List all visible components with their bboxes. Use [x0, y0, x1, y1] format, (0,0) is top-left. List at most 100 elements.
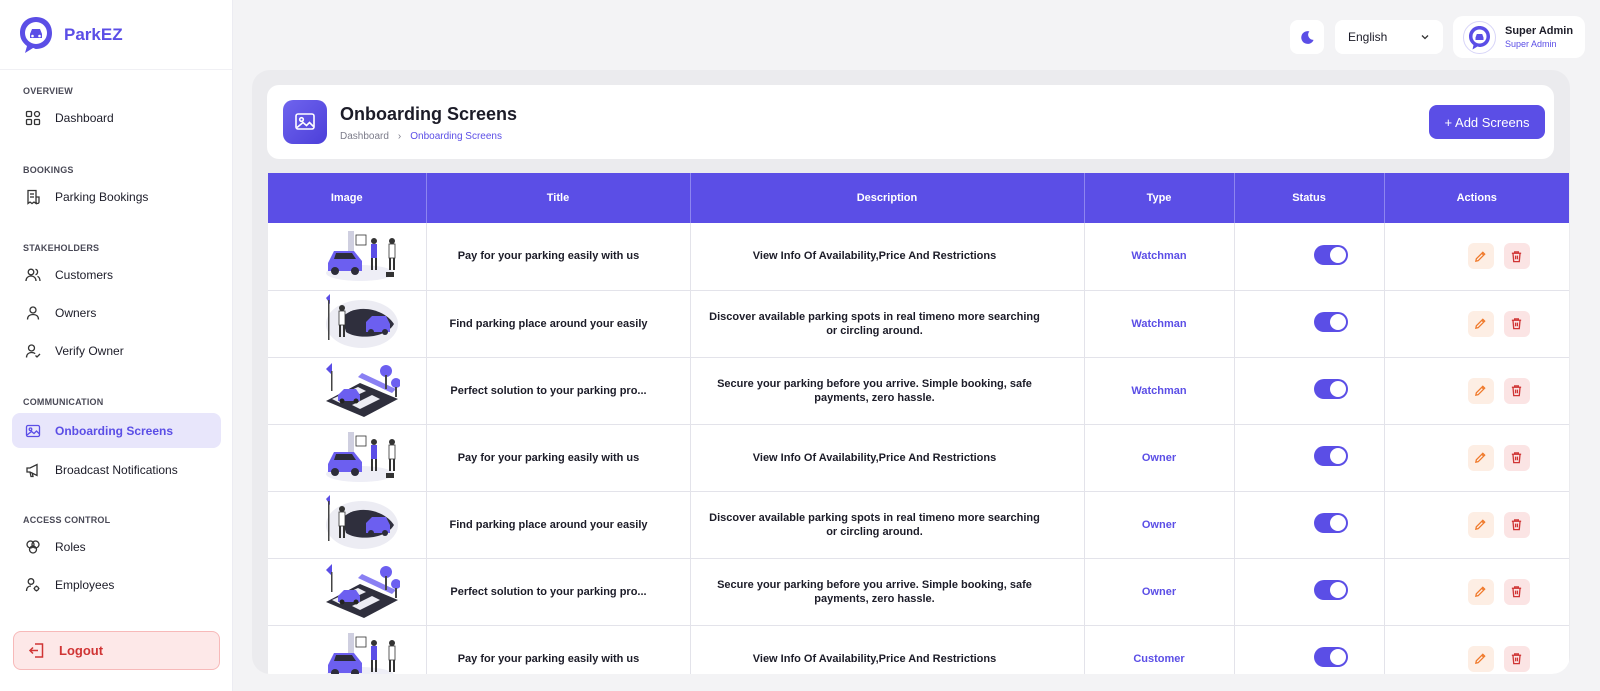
actions-cell: [1384, 625, 1569, 674]
sidebar-item-label: Dashboard: [55, 111, 114, 125]
row-type: Watchman: [1131, 250, 1187, 263]
pencil-icon: [1475, 452, 1486, 463]
pencil-icon: [1475, 519, 1486, 530]
sidebar-item-parking-bookings[interactable]: Parking Bookings: [12, 181, 221, 213]
description-cell: View Info Of Availability,Price And Rest…: [690, 223, 1085, 291]
row-description: Secure your parking before you arrive. S…: [717, 377, 1032, 404]
trash-icon: [1512, 519, 1522, 531]
sidebar-item-label: Owners: [55, 306, 97, 320]
sidebar-item-label: Broadcast Notifications: [55, 463, 178, 477]
status-toggle[interactable]: [1314, 244, 1348, 265]
pencil-icon: [1475, 586, 1486, 597]
add-screens-button[interactable]: + Add Screens: [1429, 105, 1545, 139]
image-cell: [268, 223, 427, 291]
delete-button[interactable]: [1503, 310, 1530, 337]
image-cell: [268, 357, 427, 425]
description-cell: Discover available parking spots in real…: [690, 491, 1085, 559]
trash-icon: [1512, 586, 1522, 598]
sidebar-item-employees[interactable]: Employees: [12, 569, 221, 601]
row-type: Customer: [1133, 652, 1185, 665]
trash-icon: [1512, 452, 1522, 464]
delete-button[interactable]: [1503, 243, 1530, 270]
user-profile[interactable]: Super Admin Super Admin: [1453, 16, 1585, 58]
nav-group-overview: OVERVIEW Dashboard: [0, 86, 233, 134]
pencil-icon: [1475, 653, 1486, 664]
status-toggle[interactable]: [1314, 580, 1348, 600]
trash-icon: [1512, 653, 1522, 665]
status-cell: [1234, 558, 1385, 626]
description-cell: View Info Of Availability,Price And Rest…: [690, 424, 1085, 492]
actions-cell: [1384, 357, 1569, 425]
profile-text: Super Admin Super Admin: [1505, 25, 1573, 49]
logout-button[interactable]: Logout: [13, 631, 220, 670]
row-description: Secure your parking before you arrive. S…: [717, 578, 1032, 605]
row-actions: [1467, 243, 1530, 270]
description-cell: View Info Of Availability,Price And Rest…: [690, 625, 1085, 674]
delete-button[interactable]: [1503, 645, 1530, 672]
row-title: Find parking place around your easily: [449, 518, 648, 531]
sidebar-item-roles[interactable]: Roles: [12, 531, 221, 563]
grid-icon: [25, 110, 41, 126]
sidebar-item-broadcast-notifications[interactable]: Broadcast Notifications: [12, 454, 221, 486]
status-toggle[interactable]: [1314, 379, 1348, 399]
status-toggle[interactable]: [1314, 647, 1348, 667]
delete-button[interactable]: [1503, 444, 1530, 471]
row-actions: [1467, 310, 1530, 337]
row-type: Owner: [1141, 451, 1177, 464]
type-cell: Customer: [1084, 625, 1235, 674]
row-description: View Info Of Availability,Price And Rest…: [752, 652, 997, 665]
image-icon: [25, 424, 41, 437]
edit-button[interactable]: [1467, 444, 1494, 471]
row-type: Watchman: [1131, 317, 1187, 330]
edit-button[interactable]: [1467, 511, 1494, 538]
status-toggle[interactable]: [1314, 446, 1348, 466]
row-title: Pay for your parking easily with us: [457, 652, 640, 665]
delete-button[interactable]: [1503, 511, 1530, 538]
page-title: Onboarding Screens: [340, 104, 518, 124]
title-cell: Pay for your parking easily with us: [426, 424, 691, 492]
row-actions: [1467, 511, 1530, 538]
onboarding-table: Image Title Description Type Status Acti…: [268, 173, 1569, 674]
column-header-image: Image: [268, 173, 427, 223]
logout-icon: [28, 643, 44, 658]
status-toggle[interactable]: [1314, 312, 1348, 332]
language-select[interactable]: English: [1335, 20, 1443, 54]
sidebar-item-verify-owner[interactable]: Verify Owner: [12, 335, 221, 367]
edit-button[interactable]: [1467, 645, 1494, 672]
actions-cell: [1384, 424, 1569, 492]
edit-button[interactable]: [1467, 377, 1494, 404]
type-cell: Watchman: [1084, 223, 1235, 291]
status-toggle[interactable]: [1314, 513, 1348, 533]
trash-icon: [1512, 318, 1522, 330]
user-icon: [26, 306, 40, 320]
delete-button[interactable]: [1503, 377, 1530, 404]
sidebar-item-dashboard[interactable]: Dashboard: [12, 102, 221, 134]
sidebar-item-label: Verify Owner: [55, 344, 124, 358]
table-row: Pay for your parking easily with us View…: [268, 223, 1569, 291]
onboarding-thumbnail: [325, 432, 396, 482]
edit-button[interactable]: [1467, 243, 1494, 270]
description-cell: Discover available parking spots in real…: [690, 290, 1085, 358]
main-panel: Onboarding Screens Dashboard › Onboardin…: [252, 70, 1570, 674]
edit-button[interactable]: [1467, 578, 1494, 605]
sidebar-item-onboarding-screens[interactable]: Onboarding Screens: [12, 413, 221, 448]
column-header-title: Title: [426, 173, 691, 223]
theme-toggle-button[interactable]: [1290, 20, 1324, 54]
page-header: Onboarding Screens Dashboard › Onboardin…: [267, 85, 1554, 159]
receipt-icon: [27, 189, 40, 205]
image-cell: [268, 290, 427, 358]
delete-button[interactable]: [1503, 578, 1530, 605]
sidebar-item-customers[interactable]: Customers: [12, 259, 221, 291]
description-cell: Secure your parking before you arrive. S…: [690, 357, 1085, 425]
actions-cell: [1384, 558, 1569, 626]
edit-button[interactable]: [1467, 310, 1494, 337]
title-cell: Pay for your parking easily with us: [426, 625, 691, 674]
title-cell: Perfect solution to your parking pro...: [426, 558, 691, 626]
nav-group-stakeholders: STAKEHOLDERS Customers Owners Verify Own…: [0, 243, 233, 367]
breadcrumb-dashboard[interactable]: Dashboard: [340, 131, 389, 142]
sidebar-item-owners[interactable]: Owners: [12, 297, 221, 329]
type-cell: Watchman: [1084, 357, 1235, 425]
title-cell: Perfect solution to your parking pro...: [426, 357, 691, 425]
brand[interactable]: ParkEZ: [0, 0, 232, 70]
image-cell: [268, 558, 427, 626]
